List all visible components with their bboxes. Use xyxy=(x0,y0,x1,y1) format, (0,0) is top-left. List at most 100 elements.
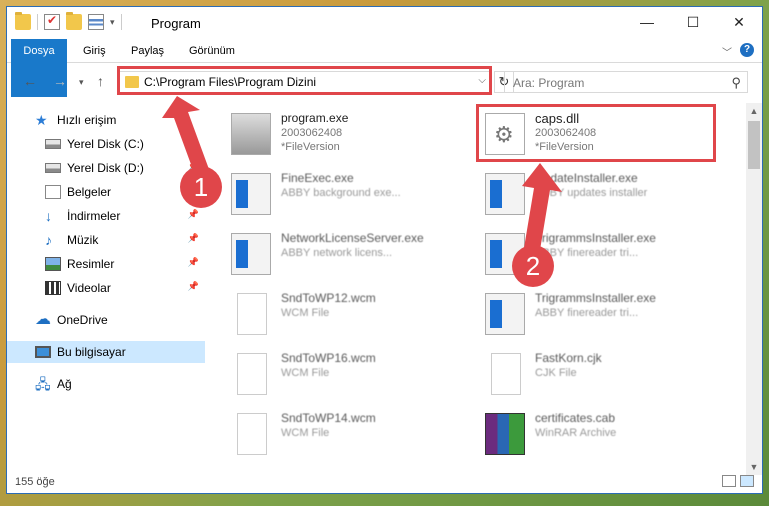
address-highlight-box xyxy=(117,66,492,95)
recent-locations-chevron-icon[interactable]: ▾ xyxy=(79,77,84,88)
videos-icon xyxy=(45,281,61,295)
vertical-scrollbar[interactable]: ▲ ▼ xyxy=(746,103,762,475)
folder-icon[interactable] xyxy=(15,12,31,30)
window-title: Program xyxy=(151,16,201,31)
archive-icon xyxy=(485,413,525,455)
file-icon xyxy=(237,413,267,455)
sidebar-item-quick-access[interactable]: ★ Hızlı erişim xyxy=(7,109,205,131)
properties-icon[interactable] xyxy=(88,14,104,30)
new-folder-icon[interactable] xyxy=(66,12,82,30)
search-box[interactable]: Ara: Program ⚲ xyxy=(504,71,748,93)
sidebar-item-label: Bu bilgisayar xyxy=(57,345,126,359)
forward-arrow-icon[interactable]: → xyxy=(53,73,67,89)
close-button[interactable]: ✕ xyxy=(716,7,762,37)
pictures-icon xyxy=(45,257,61,271)
documents-icon xyxy=(45,185,61,199)
help-icon[interactable]: ? xyxy=(740,43,754,57)
pin-icon: 📌 xyxy=(187,257,199,267)
program-icon xyxy=(231,113,271,155)
file-name: SndToWP16.wcm xyxy=(281,351,376,365)
file-description: CJK File xyxy=(535,367,577,379)
file-description: ABBY network licens... xyxy=(281,247,393,259)
sidebar-item-label: Yerel Disk (D:) xyxy=(67,161,144,175)
file-item-updateinstaller-exe[interactable]: UpdateInstaller.exe ABBY updates install… xyxy=(479,167,719,225)
sidebar-item-label: OneDrive xyxy=(57,313,108,327)
pin-icon: 📌 xyxy=(187,209,199,219)
separator xyxy=(37,14,38,30)
large-icons-view-icon[interactable] xyxy=(740,475,754,487)
exe-icon xyxy=(231,173,271,215)
minimize-button[interactable]: — xyxy=(624,7,670,37)
sidebar-item-pictures[interactable]: Resimler 📌 xyxy=(7,253,205,275)
scrollbar-thumb[interactable] xyxy=(748,121,760,169)
file-description: ABBY background exe... xyxy=(281,187,401,199)
tab-share[interactable]: Paylaş xyxy=(121,39,174,63)
exe-icon xyxy=(485,173,525,215)
file-icon xyxy=(237,293,267,335)
file-item-networklicenseserver-exe[interactable]: NetworkLicenseServer.exe ABBY network li… xyxy=(225,227,465,285)
file-description: ABBY updates installer xyxy=(535,187,648,199)
file-item-certificates-cab[interactable]: certificates.cab WinRAR Archive xyxy=(479,407,719,465)
network-icon: 🖧 xyxy=(35,376,51,392)
sidebar-item-network[interactable]: 🖧 Ağ xyxy=(7,373,205,395)
properties-check-icon[interactable] xyxy=(44,13,60,30)
file-item-sndtowp14-wcm[interactable]: SndToWP14.wcm WCM File xyxy=(225,407,465,465)
sidebar-item-label: Müzik xyxy=(67,233,99,247)
file-item-fastkorn-cjk[interactable]: FastKorn.cjk CJK File xyxy=(479,347,719,405)
maximize-button[interactable]: ☐ xyxy=(670,7,716,37)
sidebar-item-videos[interactable]: Videolar 📌 xyxy=(7,277,205,299)
file-description: WCM File xyxy=(281,307,330,319)
sidebar-item-downloads[interactable]: ↓ İndirmeler 📌 xyxy=(7,205,205,227)
file-name: program.exe xyxy=(281,111,349,125)
file-item-program-exe[interactable]: program.exe 2003062408 *FileVersion xyxy=(225,107,465,165)
file-item-sndtowp12-wcm[interactable]: SndToWP12.wcm WCM File xyxy=(225,287,465,345)
file-item-sndtowp16-wcm[interactable]: SndToWP16.wcm WCM File xyxy=(225,347,465,405)
customize-chevron-icon[interactable]: ▾ xyxy=(110,17,115,28)
quick-access-toolbar: ▾ xyxy=(15,12,122,30)
sidebar-item-documents[interactable]: Belgeler 📌 xyxy=(7,181,205,203)
search-placeholder[interactable]: Ara: Program xyxy=(513,76,584,90)
file-version: 2003062408 xyxy=(281,127,343,139)
sidebar-item-label: İndirmeler xyxy=(67,209,121,223)
search-icon[interactable]: ⚲ xyxy=(731,75,741,91)
sidebar-item-this-pc[interactable]: Bu bilgisayar xyxy=(7,341,205,363)
download-icon: ↓ xyxy=(45,208,52,224)
exe-icon xyxy=(231,233,271,275)
navigation-pane: ★ Hızlı erişim Yerel Disk (C:) 📌 Yerel D… xyxy=(7,105,205,465)
separator xyxy=(120,14,122,30)
back-arrow-icon[interactable]: ← xyxy=(23,73,37,89)
ribbon-expand-icon[interactable]: ﹀ xyxy=(722,44,732,59)
sidebar-item-local-disk-d[interactable]: Yerel Disk (D:) 📌 xyxy=(7,157,205,179)
file-icon xyxy=(237,353,267,395)
file-item-trigrammsinstaller-exe-2[interactable]: TrigrammsInstaller.exe ABBY finereader t… xyxy=(479,287,719,345)
file-name: TrigrammsInstaller.exe xyxy=(535,231,656,245)
file-description: WCM File xyxy=(281,427,330,439)
file-description: *FileVersion xyxy=(281,141,340,153)
tab-view[interactable]: Görünüm xyxy=(179,39,245,63)
sidebar-item-music[interactable]: ♪ Müzik 📌 xyxy=(7,229,205,251)
item-count: 155 öğe xyxy=(15,476,55,488)
computer-icon xyxy=(35,346,51,358)
sidebar-item-local-disk-c[interactable]: Yerel Disk (C:) 📌 xyxy=(7,133,205,155)
file-description: WCM File xyxy=(281,367,330,379)
window-controls: — ☐ ✕ xyxy=(624,7,762,37)
file-icon xyxy=(491,353,521,395)
scroll-up-icon[interactable]: ▲ xyxy=(746,103,762,119)
star-icon: ★ xyxy=(35,112,48,128)
sidebar-item-label: Yerel Disk (C:) xyxy=(67,137,144,151)
status-bar: 155 öğe xyxy=(7,471,762,493)
step-1-badge: 1 xyxy=(180,166,222,208)
details-view-icon[interactable] xyxy=(722,475,736,487)
disk-icon xyxy=(45,163,61,173)
sidebar-item-label: Resimler xyxy=(67,257,115,271)
file-name: SndToWP14.wcm xyxy=(281,411,376,425)
tab-home[interactable]: Giriş xyxy=(73,39,116,63)
pin-icon: 📌 xyxy=(187,281,199,291)
sidebar-item-onedrive[interactable]: ☁ OneDrive xyxy=(7,309,205,331)
title-bar: ▾ Program — ☐ ✕ xyxy=(7,7,762,39)
file-item-fineexec-exe[interactable]: FineExec.exe ABBY background exe... xyxy=(225,167,465,225)
file-name: TrigrammsInstaller.exe xyxy=(535,291,656,305)
up-arrow-icon[interactable]: ↑ xyxy=(97,73,104,89)
file-name: SndToWP12.wcm xyxy=(281,291,376,305)
sidebar-item-label: Hızlı erişim xyxy=(57,113,117,127)
